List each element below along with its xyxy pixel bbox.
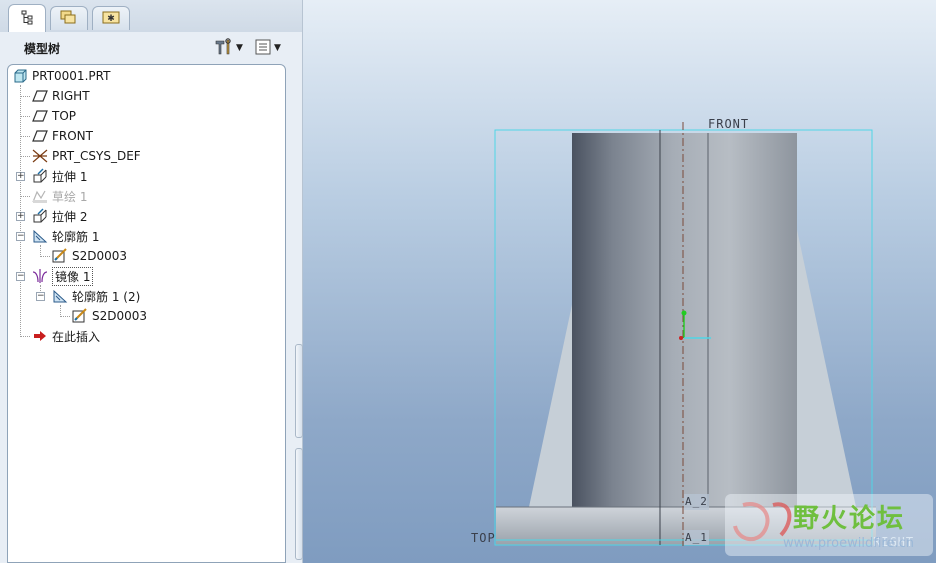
tree-item-label: PRT_CSYS_DEF (52, 149, 141, 163)
collapse-toggle[interactable]: − (36, 292, 45, 301)
tree-item-mirror-1[interactable]: 镜像 1 (32, 266, 94, 286)
panel-title: 模型树 (24, 42, 61, 56)
model-tree: + + − − − PRT0001.PRT RIGHT TOP FRONT PR… (7, 64, 286, 563)
tree-settings-button[interactable]: ▼ (214, 37, 248, 59)
tree-item-rib-1[interactable]: 轮廓筋 1 (32, 226, 99, 246)
svg-text:✱: ✱ (107, 14, 115, 24)
navigator-tab-strip: ✱ (0, 0, 302, 32)
tree-item-label: S2D0003 (92, 309, 148, 323)
tree-item-rib-1-copy[interactable]: 轮廓筋 1 (2) (52, 286, 140, 306)
expand-toggle[interactable]: + (16, 212, 25, 221)
tree-icon (19, 9, 35, 28)
tree-item-part[interactable]: PRT0001.PRT (12, 66, 110, 86)
tree-connector (40, 256, 50, 257)
tree-item-top[interactable]: TOP (32, 106, 76, 126)
tree-item-label: 轮廓筋 1 (2) (72, 289, 141, 304)
extrude-icon (32, 168, 48, 184)
model-view[interactable] (303, 0, 936, 563)
panel-splitter[interactable] (294, 340, 303, 563)
datum-plane-icon (32, 128, 48, 144)
tree-item-label: PRT0001.PRT (32, 69, 111, 83)
tree-connector (20, 116, 30, 117)
tree-item-label: 草绘 1 (52, 189, 88, 204)
tree-connector (20, 196, 30, 197)
tree-item-label: 轮廓筋 1 (52, 229, 100, 244)
tree-connector (20, 156, 30, 157)
expand-toggle[interactable]: + (16, 172, 25, 181)
datum-plane-icon (32, 108, 48, 124)
tree-item-section-1[interactable]: S2D0003 (52, 246, 127, 266)
folder-browser-tab[interactable] (50, 6, 88, 30)
tree-connector (60, 316, 70, 317)
tree-connector (20, 96, 30, 97)
star-folder-icon: ✱ (102, 9, 120, 28)
tree-item-label: RIGHT (52, 89, 90, 103)
tree-item-extrude-2[interactable]: 拉伸 2 (32, 206, 87, 226)
show-menu-button[interactable]: ▼ (254, 38, 288, 58)
rib-right (796, 225, 856, 507)
tree-item-sketch-1[interactable]: 草绘 1 (32, 186, 87, 206)
tree-item-label: 在此插入 (52, 329, 101, 344)
datum-plane-icon (32, 88, 48, 104)
rib-icon (32, 228, 48, 244)
splitter-grip[interactable] (295, 344, 303, 438)
model-tree-tab[interactable] (8, 4, 46, 32)
watermark-text: 野火论坛 (793, 504, 906, 534)
graphics-window[interactable]: FRONT TOP RIGHT A_2 A_1 野火论坛 www.proewil… (303, 0, 936, 563)
csys-icon (32, 148, 48, 164)
collapse-toggle[interactable]: − (16, 232, 25, 241)
tree-connector (20, 336, 30, 337)
chevron-down-icon: ▼ (274, 43, 281, 53)
tree-item-label: FRONT (52, 129, 93, 143)
rib-left (529, 300, 575, 507)
collapse-toggle[interactable]: − (16, 272, 25, 281)
sketch-icon (32, 188, 48, 204)
tree-item-section-2[interactable]: S2D0003 (72, 306, 147, 326)
navigator-panel: ✱ 模型树 ▼ ▼ + + − − − PRT0001.PRT RIGHT TO… (0, 0, 303, 563)
favorites-tab[interactable]: ✱ (92, 6, 130, 30)
tree-item-right[interactable]: RIGHT (32, 86, 90, 106)
tree-item-front[interactable]: FRONT (32, 126, 93, 146)
csys-origin (679, 336, 683, 340)
tree-connector (20, 136, 30, 137)
tree-item-csys[interactable]: PRT_CSYS_DEF (32, 146, 141, 166)
tree-item-label: TOP (52, 109, 77, 123)
front-plane-label: FRONT (708, 117, 750, 131)
tools-icon (214, 37, 234, 59)
rib-icon (52, 288, 68, 304)
watermark-url: www.proewildfire.cn (783, 536, 914, 551)
tree-item-label: 镜像 1 (52, 266, 94, 286)
tree-item-extrude-1[interactable]: 拉伸 1 (32, 166, 87, 186)
list-icon (254, 38, 272, 59)
insert-arrow-icon (32, 328, 48, 344)
tree-item-label: 拉伸 1 (52, 169, 88, 184)
extrude-icon (32, 208, 48, 224)
tree-item-label: 拉伸 2 (52, 209, 88, 224)
tree-item-insert-here[interactable]: 在此插入 (32, 326, 100, 346)
tree-item-label: S2D0003 (72, 249, 128, 263)
axis-a2-label: A_2 (685, 495, 708, 508)
panel-header: 模型树 ▼ ▼ (6, 34, 296, 62)
csys-y-tip (681, 310, 687, 316)
axis-a1-label: A_1 (685, 531, 708, 544)
section-icon (52, 248, 68, 264)
mirror-icon (32, 268, 48, 284)
splitter-grip[interactable] (295, 448, 303, 560)
chevron-down-icon: ▼ (236, 43, 243, 53)
part-icon (12, 68, 28, 84)
section-icon (72, 308, 88, 324)
folders-icon (60, 9, 78, 28)
top-plane-label: TOP (471, 531, 496, 545)
